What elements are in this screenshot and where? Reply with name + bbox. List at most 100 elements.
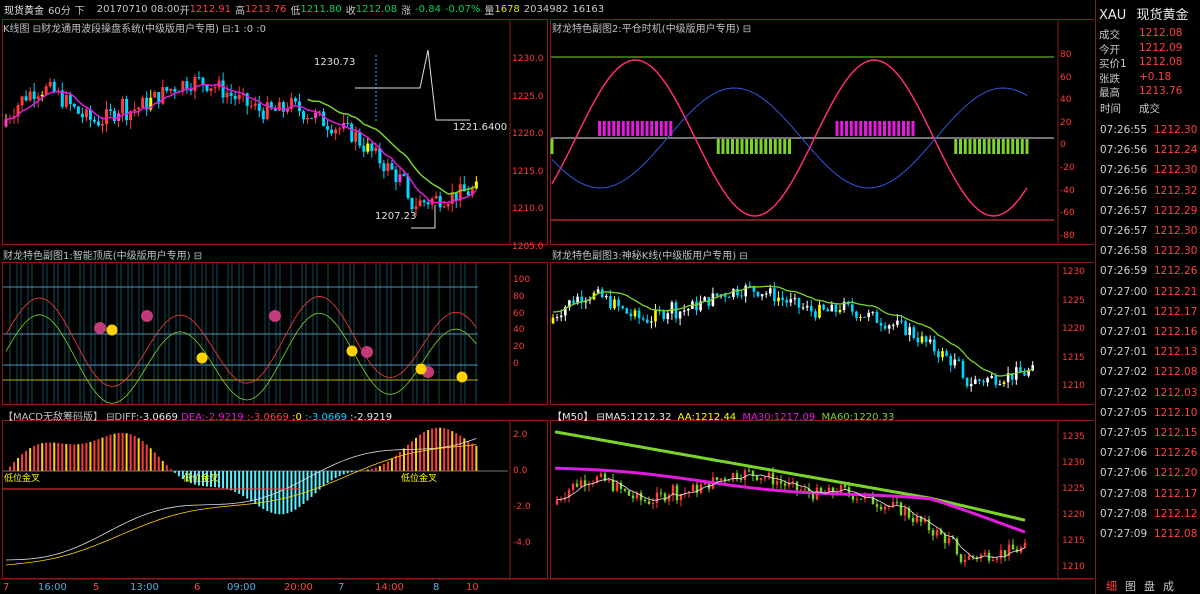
tick-time: 07:26:56 <box>1100 184 1148 197</box>
tab-trades[interactable]: 成 <box>1160 578 1177 594</box>
candle-body <box>358 131 362 146</box>
candle-body <box>769 288 772 294</box>
tick-row[interactable]: 07:27:01 1212.17 <box>1099 306 1199 324</box>
candle-body <box>338 128 342 130</box>
candle-body <box>625 308 629 314</box>
side-name: 现货黄金 <box>1136 8 1189 23</box>
tab-detail[interactable]: 细 <box>1103 578 1120 594</box>
candle-body <box>165 87 169 91</box>
candle-body <box>937 351 940 358</box>
tick-row[interactable]: 07:26:56 1212.32 <box>1099 185 1199 203</box>
y-tick-label: 100 <box>513 275 531 285</box>
tick-row[interactable]: 07:27:06 1212.20 <box>1099 467 1199 485</box>
candle-body <box>334 129 338 134</box>
tick-row[interactable]: 07:26:55 1212.30 <box>1099 124 1199 142</box>
tick-row[interactable]: 07:27:09 1212.08 <box>1099 528 1199 546</box>
signal-block <box>911 121 915 136</box>
tick-row[interactable]: 07:27:01 1212.13 <box>1099 346 1199 364</box>
candle-body <box>678 311 682 319</box>
candle-body <box>871 311 875 313</box>
tick-price: 1212.26 <box>1154 447 1198 460</box>
candle-body <box>895 502 899 504</box>
candle-body <box>253 103 257 106</box>
tick-row[interactable]: 07:26:59 1212.26 <box>1099 265 1199 283</box>
candle-body <box>306 118 309 120</box>
tick-row[interactable]: 07:26:57 1212.29 <box>1099 205 1199 223</box>
signal-block <box>636 121 639 136</box>
signal-block <box>978 139 981 154</box>
candle-body <box>875 311 879 323</box>
candle-body <box>963 559 967 562</box>
candle-body <box>579 480 583 487</box>
y-tick-label: 1225 <box>1062 484 1085 494</box>
candle-body <box>682 310 686 312</box>
tick-row[interactable]: 07:27:02 1212.03 <box>1099 387 1199 405</box>
signal-block <box>868 121 872 136</box>
candle-body <box>994 376 998 385</box>
candle-body <box>904 321 907 335</box>
candle-body <box>826 309 829 312</box>
chart-area[interactable] <box>0 0 1094 594</box>
y-tick-label: 0 <box>1060 140 1066 151</box>
candle-body <box>743 470 747 480</box>
candle-body <box>818 304 821 318</box>
tick-price: 1212.17 <box>1154 487 1198 500</box>
tick-row[interactable]: 07:27:05 1212.10 <box>1099 407 1199 425</box>
macd-c3: :-3.0669 <box>246 412 289 423</box>
candle-body <box>982 380 985 383</box>
smart-top-bottom-indicator <box>3 263 478 404</box>
tick-row[interactable]: 07:27:08 1212.17 <box>1099 488 1199 506</box>
quote-value: +0.18 <box>1139 70 1172 83</box>
tick-price: 1212.08 <box>1154 528 1198 540</box>
signal-block <box>840 121 844 136</box>
signal-block <box>602 121 606 136</box>
candle-body <box>277 102 281 111</box>
candle-body <box>695 301 698 311</box>
y-tick-label: 2.0 <box>513 430 528 440</box>
candle-body <box>559 315 563 318</box>
y-tick-label: 1230 <box>1062 267 1085 277</box>
candle-body <box>314 112 318 119</box>
candle-body <box>974 379 977 384</box>
tick-row[interactable]: 07:27:08 1212.12 <box>1099 508 1199 526</box>
tick-row[interactable]: 07:27:02 1212.08 <box>1099 366 1199 384</box>
y-tick-label: 1220 <box>1062 510 1085 520</box>
signal-block <box>845 121 848 136</box>
trend-line <box>5 82 477 204</box>
candle-body <box>805 305 809 308</box>
candle-body <box>892 324 895 326</box>
mid-annotation: 1221.6400 <box>453 122 508 133</box>
signal-block <box>788 139 791 154</box>
candle-body <box>197 77 201 79</box>
tick-row[interactable]: 07:27:01 1212.16 <box>1099 326 1199 344</box>
tick-row[interactable]: 07:27:00 1212.21 <box>1099 286 1199 304</box>
quote-row: 张跌 +0.18 <box>1099 71 1199 85</box>
macd-c6: :-2.9219 <box>350 412 393 423</box>
tick-time: 07:27:00 <box>1100 285 1148 298</box>
y-tick-label: -20 <box>1060 163 1075 173</box>
candle-body <box>838 310 842 313</box>
signal-block <box>1006 139 1010 154</box>
signal-block <box>854 121 858 136</box>
tab-book[interactable]: 盘 <box>1141 578 1158 594</box>
candle-body <box>153 92 157 98</box>
signal-block <box>902 121 905 136</box>
tick-row[interactable]: 07:26:56 1212.30 <box>1099 164 1199 182</box>
candle-body <box>24 96 28 101</box>
candle-body <box>740 295 743 297</box>
candle-body <box>839 485 843 493</box>
tab-chart[interactable]: 图 <box>1122 578 1139 594</box>
tick-time: 07:27:01 <box>1100 346 1148 359</box>
candle-body <box>783 483 787 486</box>
signal-block <box>773 139 777 154</box>
tick-row[interactable]: 07:26:58 1212.30 <box>1099 245 1199 263</box>
tick-row[interactable]: 07:26:56 1212.24 <box>1099 144 1199 162</box>
tick-row[interactable]: 07:26:57 1212.30 <box>1099 225 1199 243</box>
tick-price: 1212.03 <box>1154 386 1198 399</box>
candle-body <box>756 291 760 297</box>
macd-diff: -3.0669 <box>139 412 178 423</box>
tick-row[interactable]: 07:27:06 1212.26 <box>1099 447 1199 465</box>
signal-block <box>982 139 986 154</box>
candle-body <box>795 481 799 491</box>
tick-row[interactable]: 07:27:05 1212.15 <box>1099 427 1199 445</box>
